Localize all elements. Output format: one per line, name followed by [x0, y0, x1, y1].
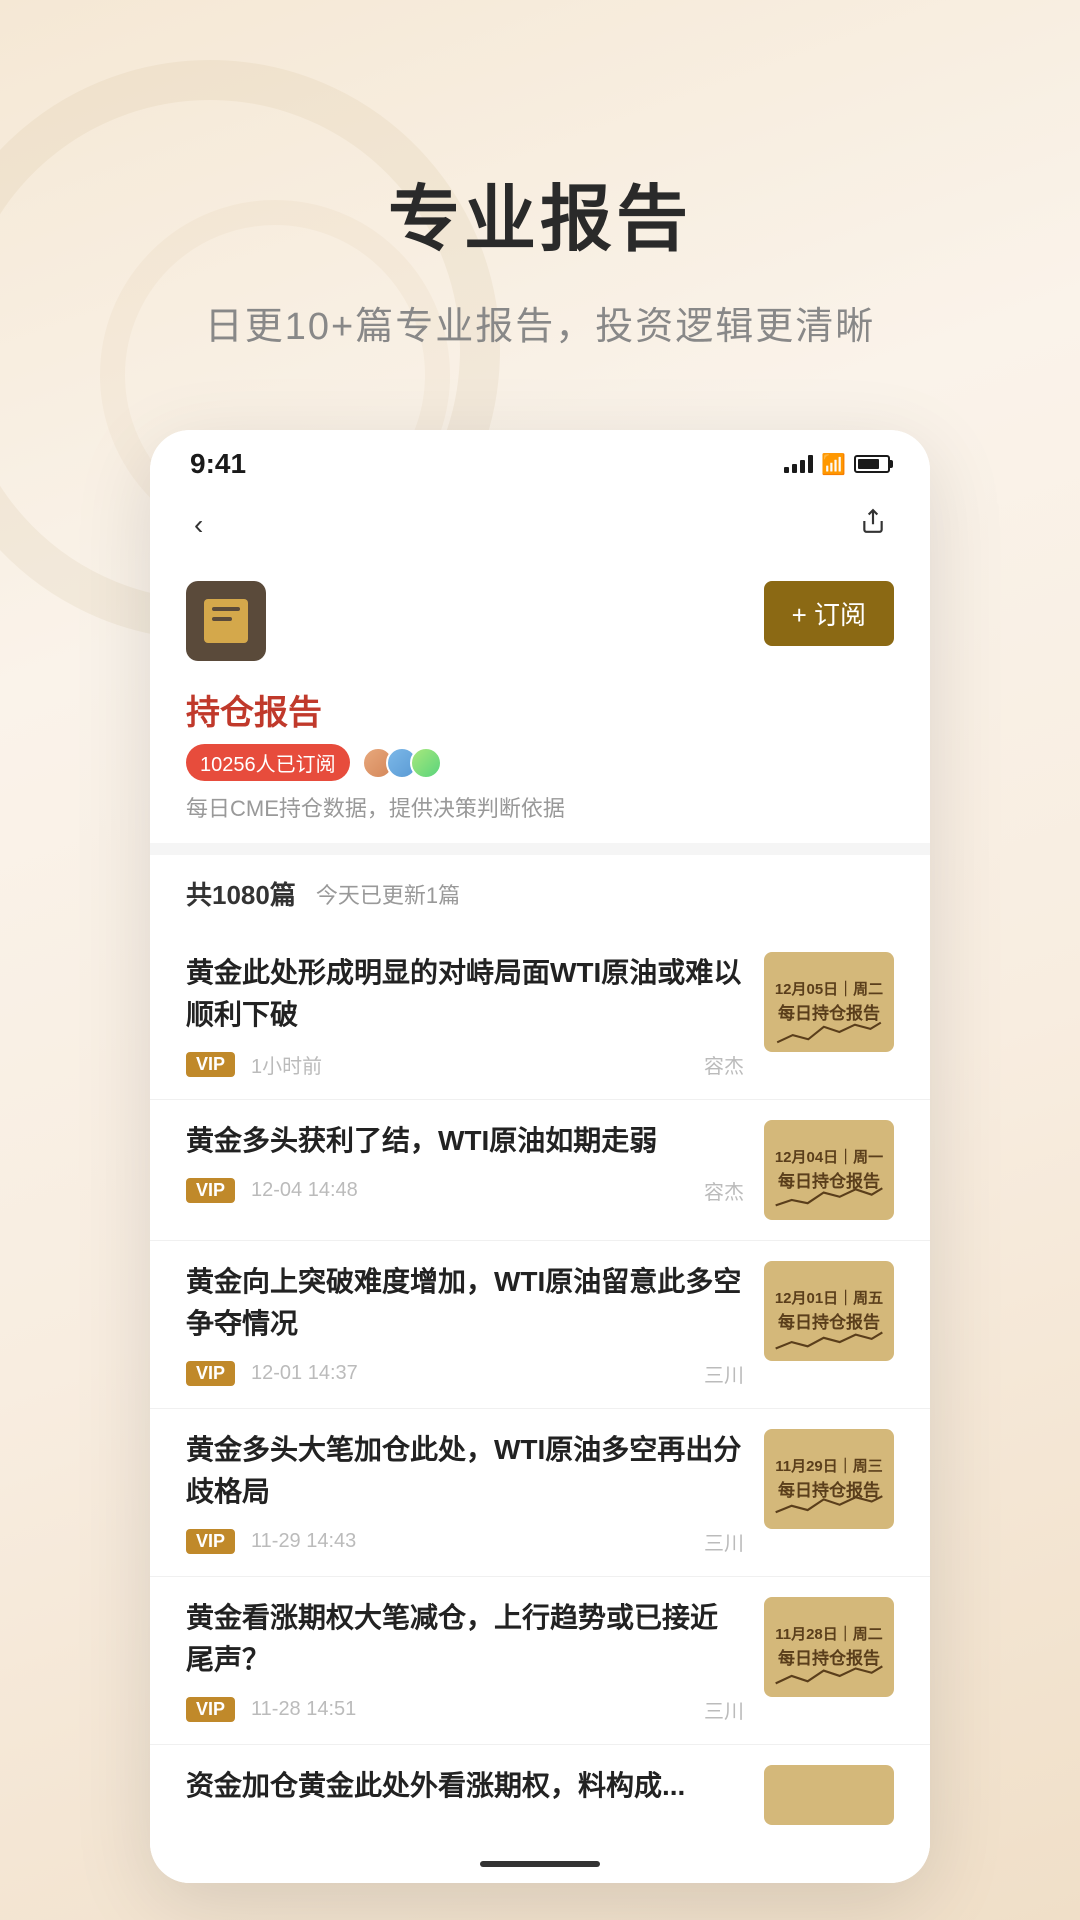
article-meta: VIP 1小时前 容杰 — [186, 1050, 744, 1079]
article-content: 黄金看涨期权大笔减仓，上行趋势或已接近尾声？ VIP 11-28 14:51 三… — [186, 1597, 744, 1724]
subscribe-button[interactable]: + 订阅 — [764, 581, 894, 646]
status-time: 9:41 — [190, 448, 246, 480]
article-item[interactable]: 黄金向上突破难度增加，WTI原油留意此多空争夺情况 VIP 12-01 14:3… — [150, 1241, 930, 1409]
signal-icon — [784, 455, 813, 473]
back-button[interactable]: ‹ — [186, 501, 211, 549]
article-time: 1小时前 — [251, 1050, 322, 1079]
page-subtitle: 日更10+篇专业报告，投资逻辑更清晰 — [205, 295, 875, 350]
today-update: 今天已更新1篇 — [316, 878, 460, 910]
article-author: 三川 — [704, 1359, 744, 1388]
article-title: 黄金多头大笔加仓此处，WTI原油多空再出分歧格局 — [186, 1429, 744, 1513]
article-meta: VIP 11-28 14:51 三川 — [186, 1695, 744, 1724]
article-author: 容杰 — [704, 1176, 744, 1205]
article-meta: VIP 12-01 14:37 三川 — [186, 1359, 744, 1388]
article-content: 黄金多头大笔加仓此处，WTI原油多空再出分歧格局 VIP 11-29 14:43… — [186, 1429, 744, 1556]
article-partial[interactable]: 资金加仓黄金此处外看涨期权，料构成... — [150, 1745, 930, 1845]
article-meta: VIP 12-04 14:48 容杰 — [186, 1176, 744, 1205]
nav-bar: ‹ — [150, 490, 930, 565]
article-item[interactable]: 黄金看涨期权大笔减仓，上行趋势或已接近尾声？ VIP 11-28 14:51 三… — [150, 1577, 930, 1745]
list-header: 共1080篇 今天已更新1篇 — [150, 855, 930, 932]
share-button[interactable] — [852, 500, 894, 549]
avatar-stack — [362, 747, 442, 779]
page-title: 专业报告 — [388, 160, 692, 265]
channel-icon — [186, 581, 266, 661]
article-content: 黄金向上突破难度增加，WTI原油留意此多空争夺情况 VIP 12-01 14:3… — [186, 1261, 744, 1388]
article-content: 黄金多头获利了结，WTI原油如期走弱 VIP 12-04 14:48 容杰 — [186, 1120, 744, 1205]
article-time: 12-04 14:48 — [251, 1179, 358, 1202]
article-title: 黄金向上突破难度增加，WTI原油留意此多空争夺情况 — [186, 1261, 744, 1345]
article-title: 黄金看涨期权大笔减仓，上行趋势或已接近尾声？ — [186, 1597, 744, 1681]
article-author: 容杰 — [704, 1050, 744, 1079]
article-time: 11-29 14:43 — [251, 1530, 356, 1553]
partial-title: 资金加仓黄金此处外看涨期权，料构成... — [186, 1765, 744, 1807]
channel-name: 持仓报告 — [186, 685, 894, 734]
article-content: 黄金此处形成明显的对峙局面WTI原油或难以顺利下破 VIP 1小时前 容杰 — [186, 952, 744, 1079]
article-author: 三川 — [704, 1695, 744, 1724]
article-author: 三川 — [704, 1527, 744, 1556]
article-time: 12-01 14:37 — [251, 1362, 358, 1385]
article-item[interactable]: 黄金多头大笔加仓此处，WTI原油多空再出分歧格局 VIP 11-29 14:43… — [150, 1409, 930, 1577]
vip-badge: VIP — [186, 1697, 235, 1722]
subscribers-badge: 10256人已订阅 — [186, 744, 350, 781]
status-icons: 📶 — [784, 452, 890, 477]
article-thumbnail: 12月05日｜周二 每日持仓报告 — [764, 952, 894, 1052]
vip-badge: VIP — [186, 1361, 235, 1386]
article-thumbnail: 11月29日｜周三 每日持仓报告 — [764, 1429, 894, 1529]
article-thumbnail: 12月04日｜周一 每日持仓报告 — [764, 1120, 894, 1220]
vip-badge: VIP — [186, 1529, 235, 1554]
channel-meta: 10256人已订阅 — [186, 744, 894, 781]
channel-desc: 每日CME持仓数据，提供决策判断依据 — [186, 791, 894, 823]
channel-header: + 订阅 — [150, 565, 930, 685]
article-thumbnail: 12月01日｜周五 每日持仓报告 — [764, 1261, 894, 1361]
article-time: 11-28 14:51 — [251, 1698, 356, 1721]
article-item[interactable]: 黄金多头获利了结，WTI原油如期走弱 VIP 12-04 14:48 容杰 12… — [150, 1100, 930, 1241]
channel-info: 持仓报告 10256人已订阅 每日CME持仓数据，提供决策判断依据 — [150, 685, 930, 843]
article-meta: VIP 11-29 14:43 三川 — [186, 1527, 744, 1556]
vip-badge: VIP — [186, 1052, 235, 1077]
battery-icon — [854, 455, 890, 473]
vip-badge: VIP — [186, 1178, 235, 1203]
home-indicator — [480, 1861, 600, 1867]
bottom-indicator — [150, 1845, 930, 1883]
avatar — [410, 747, 442, 779]
article-title: 黄金多头获利了结，WTI原油如期走弱 — [186, 1120, 744, 1162]
article-title: 黄金此处形成明显的对峙局面WTI原油或难以顺利下破 — [186, 952, 744, 1036]
total-count: 共1080篇 — [186, 875, 296, 912]
status-bar: 9:41 📶 — [150, 430, 930, 490]
article-thumbnail: 11月28日｜周二 每日持仓报告 — [764, 1597, 894, 1697]
wifi-icon: 📶 — [821, 452, 846, 477]
channel-icon-graphic — [204, 599, 248, 643]
partial-thumbnail — [764, 1765, 894, 1825]
phone-mockup: 9:41 📶 ‹ — [150, 430, 930, 1883]
article-item[interactable]: 黄金此处形成明显的对峙局面WTI原油或难以顺利下破 VIP 1小时前 容杰 12… — [150, 932, 930, 1100]
